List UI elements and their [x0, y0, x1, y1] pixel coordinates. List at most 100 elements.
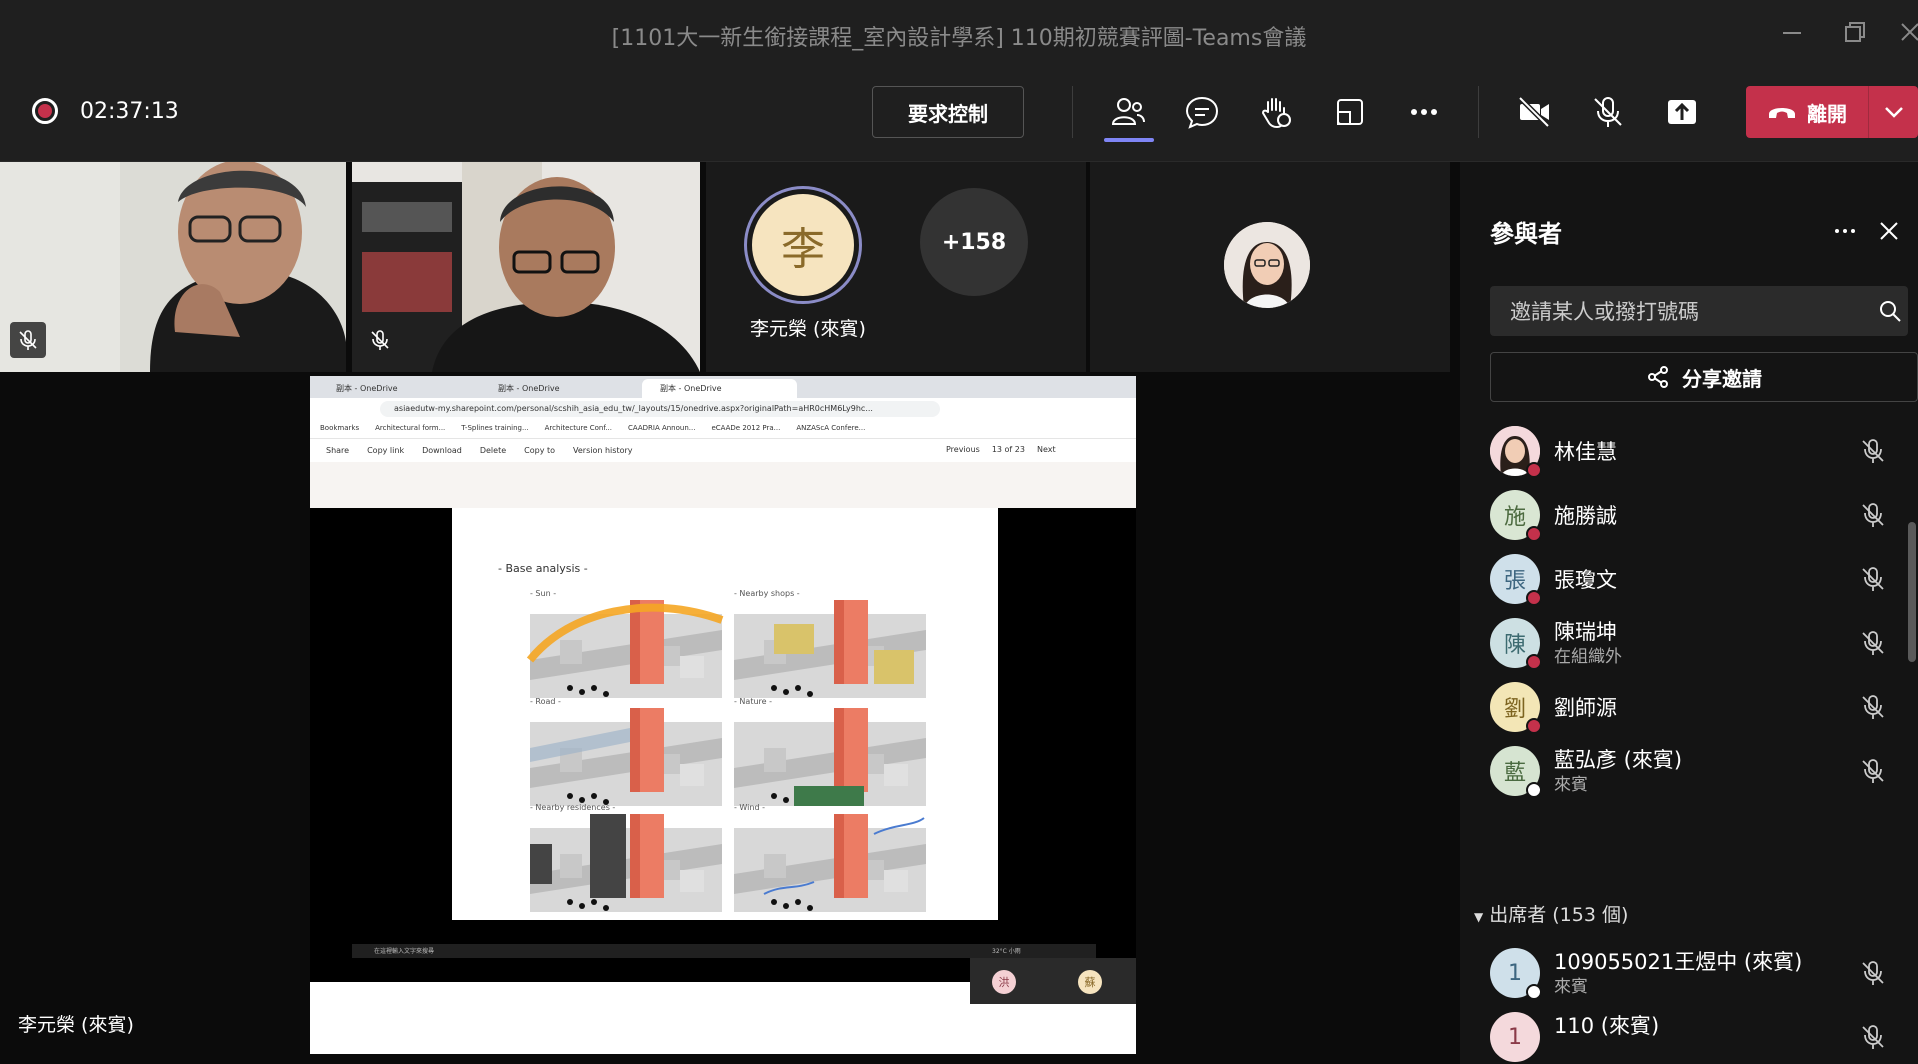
shared-screen: 副本 - OneDrive 副本 - OneDrive 副本 - OneDriv… — [310, 376, 1136, 1054]
presence-offline-icon — [1526, 984, 1542, 1000]
slide: - Base analysis - - Sun - - Nearby shops… — [452, 508, 998, 920]
share-invite-button[interactable]: 分享邀請 — [1490, 352, 1918, 402]
copy-to-command[interactable]: Copy to — [524, 446, 555, 462]
attendees-section-header[interactable]: ▼ 出席者 (153 個) — [1474, 900, 1628, 927]
bookmark[interactable]: Architectural form... — [375, 424, 445, 438]
shared-taskbar: 在這裡輸入文字來搜尋 32°C 小雨 — [352, 944, 1096, 958]
participant-name: 110 (來賓) — [1554, 1014, 1660, 1038]
leave-options-dropdown[interactable] — [1868, 86, 1918, 138]
participant-video — [352, 162, 700, 372]
panel-title: 參與者 — [1490, 220, 1562, 248]
share-invite-label: 分享邀請 — [1682, 366, 1762, 391]
bookmark[interactable]: T-Splines training... — [461, 424, 528, 438]
more-options-icon[interactable] — [1830, 216, 1860, 246]
close-window-icon[interactable] — [1896, 18, 1918, 48]
recording-icon — [32, 98, 58, 124]
avatar: 1 — [1490, 1012, 1540, 1062]
presence-busy-icon — [1526, 590, 1542, 606]
divider — [1478, 86, 1479, 138]
copy-link-command[interactable]: Copy link — [367, 446, 404, 462]
participant-row[interactable]: 劉 劉師源 — [1490, 676, 1910, 736]
people-icon[interactable] — [1110, 94, 1146, 130]
phone-icon — [1767, 102, 1797, 122]
title-bar: [1101大一新生銜接課程_室內設計學系] 110期初競賽評圖-Teams會議 — [0, 0, 1918, 66]
section-label: 出席者 (153 個) — [1489, 904, 1629, 926]
participant-row[interactable]: 林佳慧 — [1490, 420, 1910, 480]
invite-input[interactable]: 邀請某人或撥打號碼 — [1490, 286, 1908, 336]
mic-off-icon — [1858, 1022, 1888, 1052]
mic-off-icon[interactable] — [1590, 94, 1626, 130]
mic-off-icon — [362, 322, 398, 358]
page-position: 13 of 23 — [991, 445, 1025, 454]
avatar — [1224, 222, 1310, 308]
divider — [1072, 86, 1073, 138]
avatar-tile[interactable]: 李 李元榮 (來賓) +158 — [706, 162, 1086, 372]
browser-tab[interactable]: 副本 - OneDrive — [318, 379, 473, 398]
panel-label: - Sun - — [530, 589, 556, 598]
download-command[interactable]: Download — [422, 446, 462, 462]
more-icon[interactable] — [1406, 94, 1442, 130]
restore-icon[interactable] — [1840, 18, 1870, 48]
panel-label: - Road - — [530, 697, 561, 706]
photo-tile[interactable] — [1090, 162, 1450, 372]
share-tray-icon[interactable] — [1664, 94, 1700, 130]
participant-row[interactable]: 1 109055021王煜中 (來賓) 來賓 — [1490, 942, 1910, 1002]
close-icon[interactable] — [1874, 216, 1904, 246]
raise-hand-icon[interactable] — [1258, 94, 1294, 130]
delete-command[interactable]: Delete — [480, 446, 506, 462]
previous-button[interactable]: Previous — [946, 445, 980, 454]
participant-subtitle: 來賓 — [1554, 775, 1588, 795]
bookmark[interactable]: eCAADe 2012 Pra... — [711, 424, 780, 438]
mini-tiles: 洪 蘇 — [970, 958, 1136, 1004]
chevron-down-icon: ▼ — [1474, 910, 1484, 924]
taskbar-search: 在這裡輸入文字來搜尋 — [374, 948, 435, 955]
bookmark[interactable]: Bookmarks — [320, 424, 359, 438]
participant-subtitle: 來賓 — [1554, 977, 1588, 997]
minimize-icon[interactable] — [1777, 18, 1807, 48]
bookmark[interactable]: Architecture Conf... — [545, 424, 612, 438]
bookmark[interactable]: CAADRIA Announ... — [628, 424, 695, 438]
bookmark[interactable]: ANZAScA Confere... — [796, 424, 865, 438]
request-control-button[interactable]: 要求控制 — [872, 86, 1024, 138]
participant-name: 109055021王煜中 (來賓) — [1554, 950, 1803, 974]
participant-subtitle: 在組織外 — [1554, 647, 1622, 667]
base-analysis-figures: - Sun - - Nearby shops - - Road - - Natu… — [526, 589, 926, 912]
taskbar-weather: 32°C 小雨 — [992, 948, 1021, 955]
chat-icon[interactable] — [1184, 94, 1220, 130]
mic-off-icon — [1858, 756, 1888, 786]
profile-photo — [1224, 222, 1310, 308]
version-history-command[interactable]: Version history — [573, 446, 632, 462]
overflow-count[interactable]: +158 — [920, 188, 1028, 296]
browser-address-row: asiaedutw-my.sharepoint.com/personal/scs… — [310, 398, 1136, 420]
panel-label: - Nearby residences - — [530, 803, 615, 812]
panel-scrollbar[interactable] — [1908, 522, 1916, 662]
window-title: [1101大一新生銜接課程_室內設計學系] 110期初競賽評圖-Teams會議 — [611, 26, 1307, 51]
mic-off-icon — [1858, 958, 1888, 988]
participant-row[interactable]: 藍 藍弘彥 (來賓) 來賓 — [1490, 740, 1910, 800]
avatar-name: 李元榮 (來賓) — [750, 318, 866, 340]
panel-label: - Wind - — [734, 803, 765, 812]
presence-offline-icon — [1526, 782, 1542, 798]
video-tile-participant-2[interactable] — [352, 162, 700, 372]
share-command[interactable]: Share — [326, 446, 349, 462]
address-bar[interactable]: asiaedutw-my.sharepoint.com/personal/scs… — [380, 401, 940, 417]
search-icon[interactable] — [1878, 299, 1902, 323]
participant-row[interactable]: 陳 陳瑞坤 在組織外 — [1490, 612, 1910, 672]
speaking-ring: 李 — [744, 186, 862, 304]
browser-tab[interactable]: 副本 - OneDrive — [480, 379, 635, 398]
browser-tab-active[interactable]: 副本 - OneDrive — [642, 379, 797, 398]
pager: Previous 13 of 23 Next — [946, 445, 1056, 454]
camera-off-icon[interactable] — [1516, 94, 1552, 130]
next-button[interactable]: Next — [1037, 445, 1056, 454]
leave-button[interactable]: 離開 — [1746, 86, 1868, 138]
participant-name: 劉師源 — [1554, 696, 1617, 720]
mic-off-icon — [10, 322, 46, 358]
participant-row[interactable]: 1 110 (來賓) — [1490, 1006, 1910, 1064]
panel-label: - Nature - — [734, 697, 772, 706]
participant-row[interactable]: 施 施勝誠 — [1490, 484, 1910, 544]
presence-busy-icon — [1526, 526, 1542, 542]
participant-name: 林佳慧 — [1554, 440, 1617, 464]
rooms-icon[interactable] — [1332, 94, 1368, 130]
video-tile-participant-1[interactable] — [0, 162, 346, 372]
participant-row[interactable]: 張 張瓊文 — [1490, 548, 1910, 608]
